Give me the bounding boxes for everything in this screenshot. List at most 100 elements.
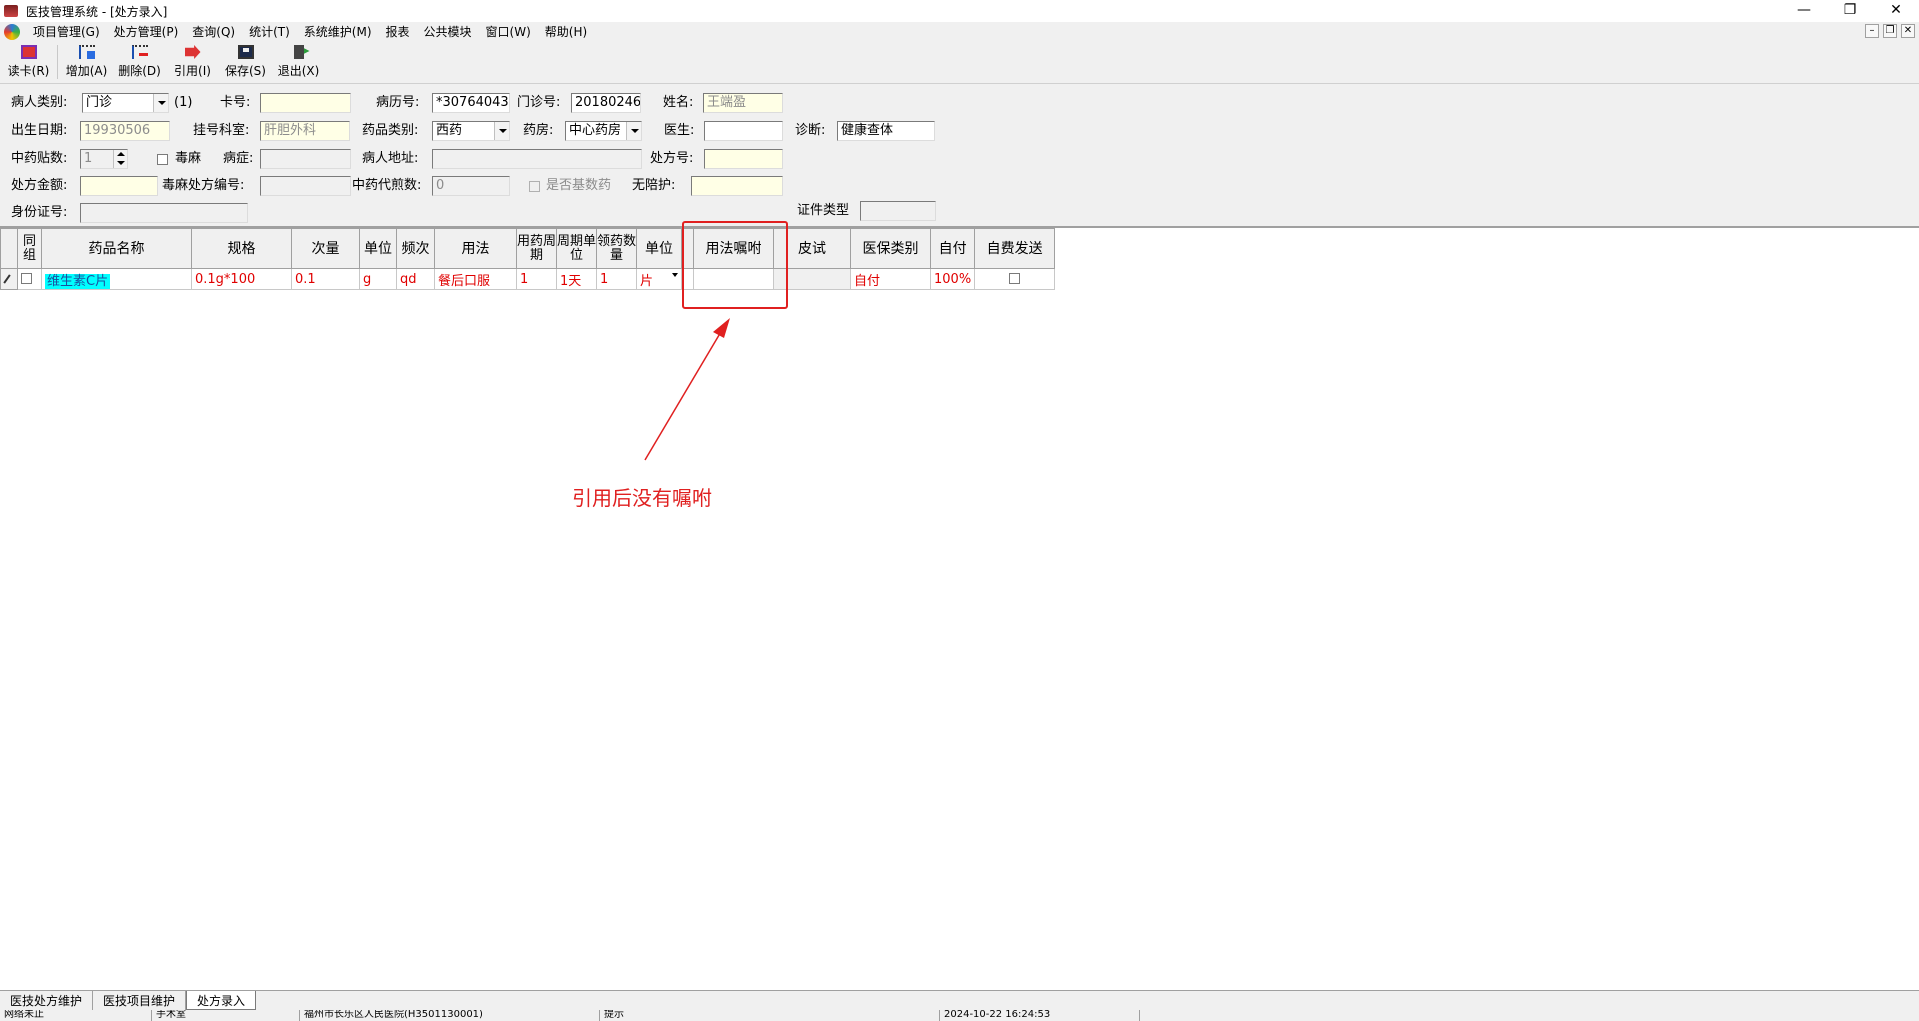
self-send-checkbox[interactable] xyxy=(1009,272,1021,284)
save-button[interactable]: 保存(S) xyxy=(219,42,272,82)
menu-statistics[interactable]: 统计(T) xyxy=(242,23,297,40)
window-title: 医技管理系统 - [处方录入] xyxy=(26,4,168,19)
herb-decoct-input[interactable]: 0 xyxy=(432,176,510,196)
cell-dose[interactable]: 0.1 xyxy=(291,268,360,290)
reference-button[interactable]: 引用(I) xyxy=(166,42,219,82)
card-no-input[interactable] xyxy=(260,93,351,113)
cell-spec[interactable]: 0.1g*100 xyxy=(191,268,292,290)
toolbar: 读卡(R) 增加(A) 删除(D) 引用(I) 保存(S) 退出(X) xyxy=(0,42,1919,84)
poison-rx-input[interactable] xyxy=(260,176,351,196)
menu-public[interactable]: 公共模块 xyxy=(417,23,479,40)
col-header-insurance[interactable]: 医保类别 xyxy=(850,228,931,269)
col-header-self-send[interactable]: 自费发送 xyxy=(974,228,1056,269)
dept-input[interactable]: 肝胆外科 xyxy=(260,121,350,141)
status-bar: 网络未止 手术室 福州市长乐区人民医院(H3501130001) 提示 2024… xyxy=(0,1010,1919,1021)
cell-self-pay[interactable]: 100% xyxy=(929,268,976,290)
menu-project[interactable]: 项目管理(G) xyxy=(26,23,107,40)
read-card-button[interactable]: 读卡(R) xyxy=(2,42,55,82)
basic-drug-checkbox[interactable] xyxy=(529,181,540,192)
group-checkbox[interactable] xyxy=(21,272,32,284)
poison-checkbox[interactable] xyxy=(157,154,168,165)
record-no-input[interactable]: *30764043 xyxy=(432,93,510,113)
cell-drug-name[interactable]: 维生素C片 xyxy=(41,268,192,290)
mdi-close-button[interactable]: ✕ xyxy=(1901,24,1915,38)
cell-qty-unit[interactable]: 片 xyxy=(636,268,682,290)
col-header-usage[interactable]: 用法 xyxy=(434,228,517,269)
birth-input[interactable]: 19930506 xyxy=(80,121,170,141)
drug-type-select[interactable]: 西药 xyxy=(432,121,510,141)
id-no-input[interactable] xyxy=(80,203,248,223)
tab-prescription-entry[interactable]: 处方录入 xyxy=(186,991,257,1010)
status-network: 网络未止 xyxy=(0,1010,152,1021)
rx-no-input[interactable] xyxy=(704,149,783,169)
patient-type-value: 门诊 xyxy=(86,95,113,110)
id-type-input[interactable] xyxy=(860,201,936,221)
mdi-restore-button[interactable]: ❐ xyxy=(1883,24,1897,38)
cell-unit[interactable]: g xyxy=(359,268,397,290)
add-label: 增加(A) xyxy=(65,64,108,78)
stepper-arrows-icon xyxy=(113,150,127,168)
title-bar: 医技管理系统 - [处方录入] — ❐ ✕ xyxy=(0,0,1919,22)
save-label: 保存(S) xyxy=(225,64,266,78)
col-header-frequency[interactable]: 频次 xyxy=(396,228,435,269)
cell-usage[interactable]: 餐后口服 xyxy=(434,268,517,290)
name-label: 姓名: xyxy=(663,95,694,110)
drug-type-value: 西药 xyxy=(436,123,463,138)
col-header-cycle-unit[interactable]: 周期单位 xyxy=(556,228,597,269)
doctor-input[interactable] xyxy=(704,121,783,141)
col-header-unit[interactable]: 单位 xyxy=(359,228,397,269)
amount-input[interactable] xyxy=(80,176,158,196)
col-header-group[interactable]: 同组 xyxy=(17,228,42,269)
menu-system[interactable]: 系统维护(M) xyxy=(297,23,379,40)
menu-query[interactable]: 查询(Q) xyxy=(185,23,242,40)
delete-button[interactable]: 删除(D) xyxy=(113,42,166,82)
tab-tech-rx-maintenance[interactable]: 医技处方维护 xyxy=(0,991,94,1010)
menu-bar: 项目管理(G) 处方管理(P) 查询(Q) 统计(T) 系统维护(M) 报表 公… xyxy=(0,22,1919,41)
patient-type-suffix: (1) xyxy=(174,95,193,110)
minimize-button[interactable]: — xyxy=(1781,0,1827,22)
rx-no-label: 处方号: xyxy=(650,151,694,166)
col-header-dose[interactable]: 次量 xyxy=(291,228,360,269)
menu-help[interactable]: 帮助(H) xyxy=(538,23,594,40)
herb-count-label: 中药贴数: xyxy=(11,151,68,166)
cell-group[interactable] xyxy=(17,268,42,290)
cell-self-send[interactable] xyxy=(974,268,1056,290)
col-header-qty-unit[interactable]: 单位 xyxy=(636,228,682,269)
cell-frequency[interactable]: qd xyxy=(396,268,435,290)
add-button[interactable]: 增加(A) xyxy=(60,42,113,82)
chevron-down-icon xyxy=(494,122,509,140)
col-header-drug-name[interactable]: 药品名称 xyxy=(41,228,192,269)
address-input[interactable] xyxy=(432,149,642,169)
cell-insurance[interactable]: 自付 xyxy=(850,268,931,290)
herb-count-stepper[interactable]: 1 xyxy=(80,149,128,169)
exit-label: 退出(X) xyxy=(277,64,320,78)
col-header-cycle[interactable]: 用药周期 xyxy=(516,228,557,269)
pharmacy-select[interactable]: 中心药房 xyxy=(565,121,642,141)
menu-window[interactable]: 窗口(W) xyxy=(479,23,538,40)
menu-reports[interactable]: 报表 xyxy=(379,23,417,40)
no-escort-input[interactable] xyxy=(691,176,783,196)
maximize-button[interactable]: ❐ xyxy=(1827,0,1873,22)
col-header-spec[interactable]: 规格 xyxy=(191,228,292,269)
outpatient-no-input[interactable]: 20180246 xyxy=(571,93,641,113)
chevron-down-icon[interactable] xyxy=(672,272,678,277)
cell-cycle-unit[interactable]: 1天 xyxy=(556,268,597,290)
table-row[interactable]: 维生素C片 0.1g*100 0.1 g qd 餐后口服 1 1天 1 片 自付… xyxy=(0,268,1056,290)
mdi-minimize-button[interactable]: – xyxy=(1865,24,1879,38)
diagnosis-input[interactable]: 健康查体 xyxy=(837,121,935,141)
cell-cycle[interactable]: 1 xyxy=(516,268,557,290)
tab-tech-item-maintenance[interactable]: 医技项目维护 xyxy=(93,991,187,1010)
mdi-tab-bar: 医技处方维护 医技项目维护 处方录入 xyxy=(0,990,1919,1010)
disease-label: 病症: xyxy=(223,151,254,166)
menu-prescription[interactable]: 处方管理(P) xyxy=(107,23,186,40)
close-button[interactable]: ✕ xyxy=(1873,0,1919,22)
patient-type-select[interactable]: 门诊 xyxy=(82,93,169,113)
name-input[interactable]: 王端盈 xyxy=(703,93,783,113)
exit-button[interactable]: 退出(X) xyxy=(272,42,325,82)
no-escort-label: 无陪护: xyxy=(632,178,676,193)
col-header-self-pay[interactable]: 自付 xyxy=(929,228,976,269)
card-icon xyxy=(20,45,37,59)
disease-input[interactable] xyxy=(260,149,351,169)
cell-quantity[interactable]: 1 xyxy=(596,268,637,290)
col-header-quantity[interactable]: 领药数量 xyxy=(596,228,637,269)
